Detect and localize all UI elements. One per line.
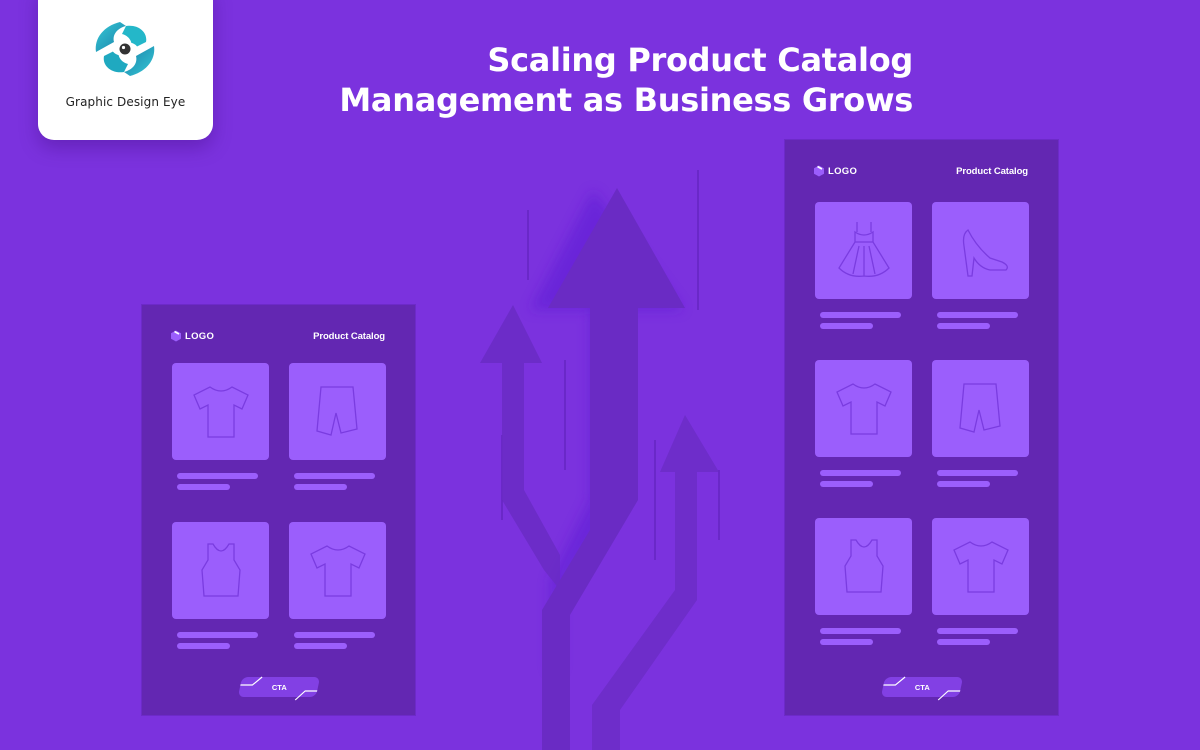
- product-title-placeholder: [820, 470, 901, 476]
- dress-icon: [837, 221, 890, 277]
- headline-line-1: Scaling Product Catalog: [487, 41, 913, 79]
- product-card[interactable]: [815, 518, 912, 676]
- product-thumbnail[interactable]: [932, 360, 1029, 457]
- panel-header: LOGO Product Catalog: [170, 329, 385, 343]
- tshirt-icon: [952, 540, 1009, 593]
- growth-arrows-icon: [480, 170, 720, 750]
- product-title-placeholder: [820, 628, 901, 634]
- product-price-placeholder: [937, 639, 990, 645]
- product-title-placeholder: [937, 628, 1018, 634]
- product-thumbnail[interactable]: [815, 360, 912, 457]
- product-title-placeholder: [177, 632, 258, 638]
- product-card[interactable]: [289, 522, 386, 681]
- product-title-placeholder: [937, 470, 1018, 476]
- product-card[interactable]: [815, 360, 912, 518]
- cta-decoration-icon: [240, 676, 263, 686]
- product-card[interactable]: [932, 360, 1029, 518]
- product-thumbnail[interactable]: [289, 522, 386, 619]
- product-grid: [172, 363, 386, 681]
- cta-decoration-icon: [937, 690, 961, 701]
- eye-swirl-logo-icon: [95, 22, 155, 76]
- panel-header: LOGO Product Catalog: [813, 164, 1028, 178]
- catalog-title: Product Catalog: [956, 165, 1028, 177]
- product-thumbnail[interactable]: [815, 518, 912, 615]
- tshirt-icon: [309, 544, 366, 597]
- small-left-arrow: [480, 305, 560, 590]
- product-card[interactable]: [289, 363, 386, 522]
- product-title-placeholder: [937, 312, 1018, 318]
- tank-top-icon: [200, 542, 241, 597]
- product-card[interactable]: [932, 518, 1029, 676]
- product-price-placeholder: [937, 481, 990, 487]
- product-card[interactable]: [932, 202, 1029, 360]
- product-title-placeholder: [294, 632, 375, 638]
- logo-text: LOGO: [828, 165, 858, 177]
- headline-line-2: Management as Business Grows: [339, 81, 913, 119]
- catalog-panel-large: LOGO Product Catalog CTA: [785, 140, 1058, 715]
- tshirt-icon: [192, 385, 249, 438]
- product-price-placeholder: [177, 643, 230, 649]
- product-price-placeholder: [294, 643, 347, 649]
- product-title-placeholder: [177, 473, 258, 479]
- product-thumbnail[interactable]: [172, 363, 269, 460]
- product-thumbnail[interactable]: [289, 363, 386, 460]
- logo-text: LOGO: [185, 330, 215, 342]
- product-price-placeholder: [937, 323, 990, 329]
- brand-card: Graphic Design Eye: [38, 0, 213, 140]
- brand-name: Graphic Design Eye: [65, 95, 186, 109]
- product-grid: [815, 202, 1029, 676]
- product-price-placeholder: [177, 484, 230, 490]
- product-thumbnail[interactable]: [815, 202, 912, 299]
- logo: LOGO: [170, 330, 214, 342]
- shorts-icon: [315, 385, 358, 436]
- product-card[interactable]: [815, 202, 912, 360]
- product-price-placeholder: [820, 639, 873, 645]
- tshirt-icon: [835, 382, 892, 435]
- headline: Scaling Product Catalog Management as Bu…: [339, 40, 913, 120]
- product-price-placeholder: [294, 484, 347, 490]
- product-title-placeholder: [294, 473, 375, 479]
- product-card[interactable]: [172, 522, 269, 681]
- product-title-placeholder: [820, 312, 901, 318]
- high-heel-icon: [962, 228, 1008, 277]
- catalog-title: Product Catalog: [313, 330, 385, 342]
- logo: LOGO: [813, 165, 857, 177]
- product-thumbnail[interactable]: [932, 518, 1029, 615]
- cta-decoration-icon: [883, 676, 906, 686]
- cta-button[interactable]: CTA: [237, 676, 321, 701]
- product-price-placeholder: [820, 481, 873, 487]
- product-thumbnail[interactable]: [932, 202, 1029, 299]
- cta-label: CTA: [914, 682, 930, 692]
- cta-decoration-icon: [294, 690, 318, 701]
- hexagon-logo-icon: [171, 330, 181, 342]
- hexagon-logo-icon: [814, 165, 824, 177]
- product-card[interactable]: [172, 363, 269, 522]
- shorts-icon: [958, 382, 1001, 433]
- catalog-panel-small: LOGO Product Catalog CTA: [142, 305, 415, 715]
- cta-button[interactable]: CTA: [880, 676, 964, 701]
- product-thumbnail[interactable]: [172, 522, 269, 619]
- tank-top-icon: [843, 538, 884, 593]
- product-price-placeholder: [820, 323, 873, 329]
- cta-label: CTA: [271, 682, 287, 692]
